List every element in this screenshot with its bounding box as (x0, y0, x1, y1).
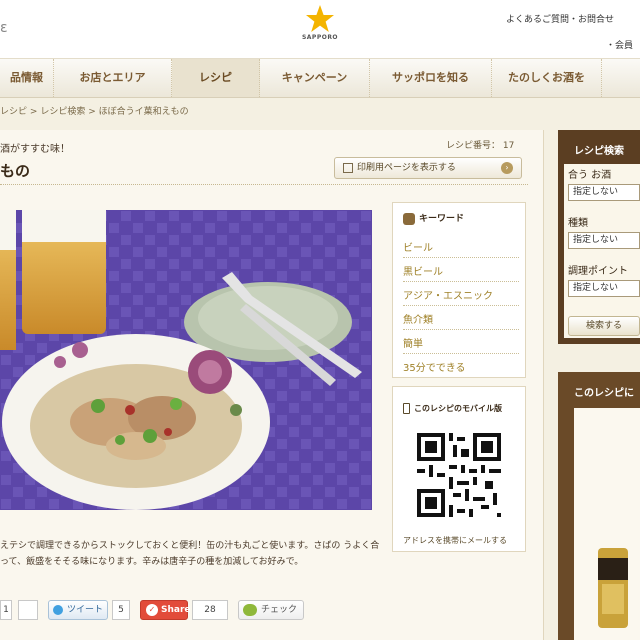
recipe-description: えテシで調理できるからストックしておくと便利！缶の汁も丸ごと使います。さばの う… (0, 541, 380, 567)
check-icon (243, 604, 257, 616)
mobile-version-box: このレシピのモバイル版 アドレスを携帯にメールする (392, 386, 526, 552)
breadcrumb-current: ほぼ合うイ菓和えもの (98, 107, 189, 117)
like-count: 1 (0, 600, 12, 620)
keyword-link[interactable]: アジア・エスニック (403, 287, 519, 306)
global-nav: 品情報 お店とエリア レシピ キャンペーン サッポロを知る たのしくお酒を (0, 58, 640, 98)
print-button-label: 印刷用ページを表示する (357, 163, 456, 173)
promo-image[interactable] (574, 408, 640, 640)
site-header: ε SAPPORO よくあるご質問・お問合せ ・会員 (0, 0, 640, 58)
breadcrumb: レシピ > レシピ検索 > ほぼ合うイ菓和えもの (0, 104, 189, 117)
search-form: 合う お酒 指定しない 種類 指定しない 調理ポイント 指定しない 検索する (564, 164, 640, 338)
mobile-phone-icon (403, 403, 410, 414)
nav-item-campaign[interactable]: キャンペーン (260, 59, 370, 97)
keyword-link[interactable]: ビール (403, 239, 519, 258)
breadcrumb-separator: > (88, 107, 96, 117)
mobile-heading: このレシピのモバイル版 (403, 403, 502, 414)
type-select[interactable]: 指定しない (568, 232, 640, 249)
breadcrumb-separator: > (29, 107, 38, 117)
nav-item-about[interactable]: サッポロを知る (370, 59, 492, 97)
email-to-mobile-link[interactable]: アドレスを携帯にメールする (403, 535, 507, 546)
divider (0, 184, 528, 185)
breadcrumb-recipe-search[interactable]: レシピ検索 (40, 107, 85, 117)
nav-item-products[interactable]: 品情報 (0, 59, 54, 97)
check-button[interactable]: チェック (238, 600, 304, 620)
promo-title: このレシピに (574, 388, 634, 399)
sidebar-promo: このレシピに (558, 372, 640, 640)
sidebar-recipe-search: レシピ検索 合う お酒 指定しない 種類 指定しない 調理ポイント 指定しない … (558, 130, 640, 344)
field-label: 合う お酒 (568, 170, 612, 181)
keyword-link[interactable]: 魚介類 (403, 311, 519, 330)
alcohol-select[interactable]: 指定しない (568, 184, 640, 201)
print-page-button[interactable]: 印刷用ページを表示する › (334, 157, 522, 179)
social-buttons: 1 ツイート 5 ✓ Share 28 チェック (0, 600, 340, 622)
qr-code (413, 429, 505, 524)
recipe-panel: 酒がすすむ味！ もの レシピ番号： 17 印刷用ページを表示する › キーワード… (0, 130, 544, 640)
like-count-box (18, 600, 38, 620)
keyword-heading: キーワード (403, 211, 464, 225)
printer-icon (343, 163, 353, 173)
cooking-point-select[interactable]: 指定しない (568, 280, 640, 297)
share-count: 28 (192, 600, 228, 620)
keyword-box: キーワード ビール 黒ビール アジア・エスニック 魚介類 簡単 35分でできる (392, 202, 526, 378)
breadcrumb-recipe[interactable]: レシピ (0, 107, 27, 117)
recipe-number: レシピ番号： 17 (446, 141, 515, 151)
sapporo-logo[interactable]: SAPPORO (296, 4, 344, 41)
twitter-bird-icon (53, 605, 63, 615)
keyword-link[interactable]: 35分でできる (403, 359, 519, 377)
header-edge-text: ε (0, 20, 8, 36)
faq-link[interactable]: よくあるご質問・お問合せ (506, 12, 614, 25)
keyword-link[interactable]: 黒ビール (403, 263, 519, 282)
nav-item-shops[interactable]: お店とエリア (54, 59, 172, 97)
recipe-photo (0, 210, 372, 510)
logo-text: SAPPORO (301, 34, 339, 41)
tweet-count: 5 (112, 600, 130, 620)
tag-icon (403, 212, 415, 225)
share-button[interactable]: ✓ Share (140, 600, 191, 620)
recipe-title: もの (0, 162, 31, 180)
tweet-button[interactable]: ツイート (48, 600, 108, 620)
keyword-link[interactable]: 簡単 (403, 335, 519, 354)
search-button[interactable]: 検索する (568, 316, 640, 336)
recipe-subtitle: 酒がすすむ味！ (0, 144, 70, 155)
arrow-right-icon: › (501, 162, 513, 174)
star-logo-icon (306, 5, 334, 32)
field-label: 調理ポイント (568, 266, 628, 277)
share-icon: ✓ (146, 604, 158, 616)
members-link[interactable]: ・会員 (606, 38, 633, 51)
field-label: 種類 (568, 218, 588, 229)
nav-item-drink-responsibly[interactable]: たのしくお酒を (492, 59, 602, 97)
sidebar-title: レシピ検索 (574, 146, 624, 157)
nav-item-recipe[interactable]: レシピ (172, 59, 260, 97)
